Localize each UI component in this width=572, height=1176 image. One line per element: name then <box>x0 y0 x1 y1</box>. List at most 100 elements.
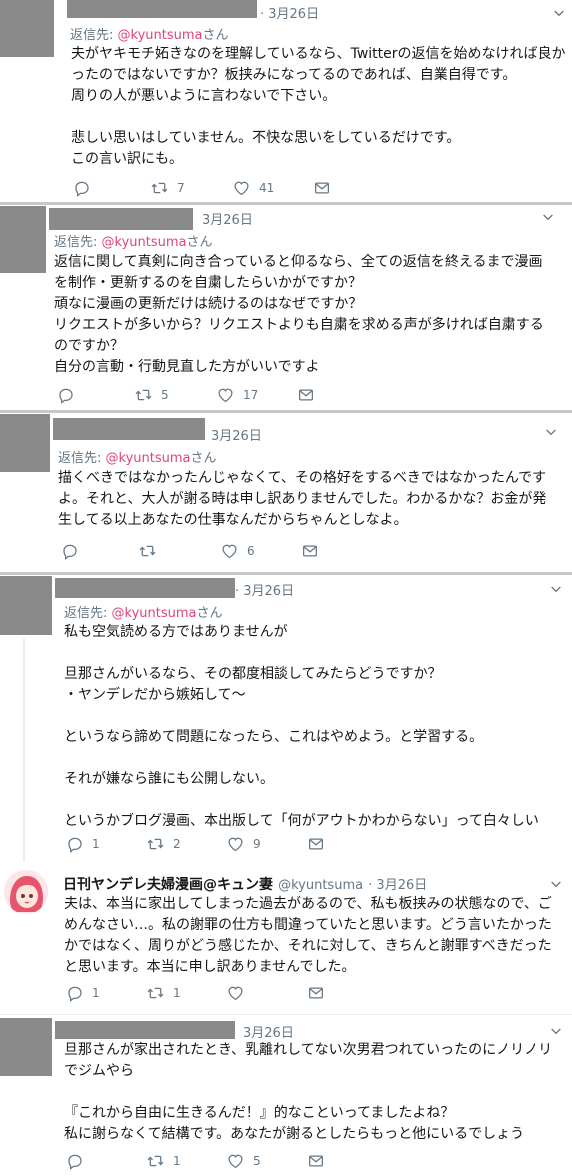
user-handle[interactable]: @kyuntsuma <box>278 878 363 893</box>
tweet-line: 生してる以上あなたの仕事なんだからちゃんとしなよ。 <box>58 512 408 528</box>
reply-handle[interactable]: @kyuntsuma <box>106 451 191 466</box>
tweet-text: 夫がヤキモチ妬きなのを理解しているなら、Twitterの返信を始めなければ良か … <box>71 44 566 170</box>
tweet-date[interactable]: 3月26日 <box>243 1022 294 1041</box>
reply-button[interactable] <box>61 542 87 560</box>
retweet-button[interactable]: 1 <box>146 984 181 1002</box>
tweet-line: 旦那さんが家出されたとき、乳離れしてない次男君つれていったのにノリノリ <box>64 1042 553 1058</box>
tweet[interactable]: · 3月26日 返信先: @kyuntsumaさん 夫がヤキモチ妬きなのを理解し… <box>0 0 572 205</box>
tweet-line: それが嫌なら誰にも公開しない。 <box>64 771 274 787</box>
retweet-icon <box>146 835 165 853</box>
chevron-down-icon[interactable] <box>548 581 564 597</box>
dm-icon <box>307 1152 325 1170</box>
thread-line <box>23 638 25 862</box>
tweet-line: ・ヤンデレだから嫉妬して〜 <box>64 687 246 703</box>
tweet-date[interactable]: 3月26日 <box>211 425 262 444</box>
tweet-line: 悲しい思いはしていません。不快な思いをしているだけです。 <box>71 130 461 146</box>
tweet[interactable]: 3月26日 旦那さんが家出されたとき、乳離れしてない次男君つれていったのにノリノ… <box>0 1018 572 1176</box>
retweet-button[interactable]: 1 <box>146 1152 181 1170</box>
retweet-button[interactable]: 5 <box>134 386 169 404</box>
reply-icon <box>73 179 91 197</box>
chevron-down-icon[interactable] <box>540 209 556 225</box>
reply-suffix: さん <box>190 451 217 466</box>
retweet-button[interactable]: 2 <box>146 835 181 853</box>
tweet-date[interactable]: · 3月26日 <box>368 878 427 893</box>
reply-button[interactable] <box>66 1152 92 1170</box>
redacted-name <box>53 418 205 440</box>
dm-button[interactable] <box>307 835 325 853</box>
tweet-line <box>64 643 539 664</box>
tweet-line <box>64 1082 552 1103</box>
dm-button[interactable] <box>313 179 331 197</box>
dm-button[interactable] <box>301 542 319 560</box>
avatar[interactable] <box>0 576 52 635</box>
chevron-down-icon[interactable] <box>543 424 559 440</box>
reply-prefix: 返信先: <box>54 235 102 250</box>
divider <box>0 410 572 413</box>
like-button[interactable]: 17 <box>216 386 258 404</box>
like-button[interactable]: 5 <box>226 1152 261 1170</box>
chevron-down-icon[interactable] <box>548 1023 564 1039</box>
tweet-date[interactable]: · 3月26日 <box>260 3 319 22</box>
tweet-line: を制作・更新するのを自粛したらいかがですか？ <box>54 275 362 291</box>
reply-button[interactable]: 1 <box>66 835 100 853</box>
reply-suffix: さん <box>196 606 223 621</box>
dm-button[interactable] <box>297 386 315 404</box>
tweet-header: 日刊ヤンデレ夫婦漫画@キュン妻 @kyuntsuma · 3月26日 <box>63 874 427 894</box>
retweet-count: 1 <box>173 986 181 1000</box>
tweet-line: 返信に関して真剣に向き合っていると仰るなら、全ての返信を終えるまで漫画 <box>54 254 543 270</box>
retweet-count: 7 <box>177 181 185 195</box>
display-name[interactable]: 日刊ヤンデレ夫婦漫画@キュン妻 <box>63 877 273 893</box>
like-button[interactable]: 41 <box>232 179 274 197</box>
divider <box>0 202 572 205</box>
tweet-line: 旦那さんがいるなら、その都度相談してみたらどうですか？ <box>64 666 442 682</box>
tweet-line: 自分の言動・行動見直した方がいいですよ <box>54 359 320 375</box>
reply-button[interactable] <box>73 179 99 197</box>
like-button[interactable]: 6 <box>220 542 255 560</box>
avatar[interactable] <box>0 206 46 273</box>
dm-icon <box>307 835 325 853</box>
tweet-line: 描くべきではなかったんじゃなくて、その格好をするべきではなかったんです <box>58 470 547 486</box>
retweet-button[interactable] <box>138 542 165 560</box>
reply-icon <box>61 542 79 560</box>
tweet-line: 『これから自由に生きるんだ！』的なこといってましたよね？ <box>64 1105 455 1121</box>
like-icon <box>226 835 245 853</box>
reply-handle[interactable]: @kyuntsuma <box>118 28 203 43</box>
tweet[interactable]: · 3月26日 返信先: @kyuntsumaさん 私も空気読める方ではありませ… <box>0 576 572 862</box>
redacted-name <box>55 578 235 598</box>
reply-prefix: 返信先: <box>58 451 106 466</box>
reply-handle[interactable]: @kyuntsuma <box>112 606 197 621</box>
tweet[interactable]: 3月26日 返信先: @kyuntsumaさん 描くべきではなかったんじゃなくて… <box>0 414 572 572</box>
reply-button[interactable]: 1 <box>66 984 100 1002</box>
tweet-line: と思います。本当に申し訳ありませんでした。 <box>64 959 356 975</box>
avatar[interactable] <box>4 870 48 914</box>
reply-prefix: 返信先: <box>70 28 118 43</box>
tweet-line: 夫は、本当に家出してしまった過去があるので、私も板挟みの状態なので、ご <box>64 896 552 912</box>
like-button[interactable] <box>226 984 253 1002</box>
tweet-date[interactable]: · 3月26日 <box>235 580 294 599</box>
retweet-count: 5 <box>161 388 169 402</box>
avatar[interactable] <box>0 1018 52 1076</box>
chevron-down-icon[interactable] <box>548 876 564 892</box>
dm-icon <box>297 386 315 404</box>
dm-button[interactable] <box>307 1152 325 1170</box>
dm-button[interactable] <box>307 984 325 1002</box>
reply-icon <box>57 386 75 404</box>
tweet-line: というかブログ漫画、本出版して「何がアウトかわからない」って白々しい <box>64 813 539 829</box>
like-icon <box>220 542 239 560</box>
like-count: 17 <box>243 388 259 402</box>
avatar[interactable] <box>0 0 54 57</box>
reply-count: 1 <box>92 837 100 851</box>
tweet-text: 夫は、本当に家出してしまった過去があるので、私も板挟みの状態なので、ご めんなさ… <box>64 894 552 978</box>
retweet-icon <box>150 179 169 197</box>
reply-button[interactable] <box>57 386 83 404</box>
tweet-date[interactable]: 3月26日 <box>202 209 253 228</box>
avatar[interactable] <box>0 414 50 472</box>
retweet-button[interactable]: 7 <box>150 179 185 197</box>
retweet-icon <box>146 984 165 1002</box>
reply-handle[interactable]: @kyuntsuma <box>102 235 187 250</box>
tweet[interactable]: 3月26日 返信先: @kyuntsumaさん 返信に関して真剣に向き合っている… <box>0 206 572 409</box>
tweet[interactable]: 日刊ヤンデレ夫婦漫画@キュン妻 @kyuntsuma · 3月26日 夫は、本当… <box>0 862 572 1012</box>
reply-context: 返信先: @kyuntsumaさん <box>54 231 213 250</box>
chevron-down-icon[interactable] <box>551 5 567 21</box>
like-button[interactable]: 9 <box>226 835 261 853</box>
